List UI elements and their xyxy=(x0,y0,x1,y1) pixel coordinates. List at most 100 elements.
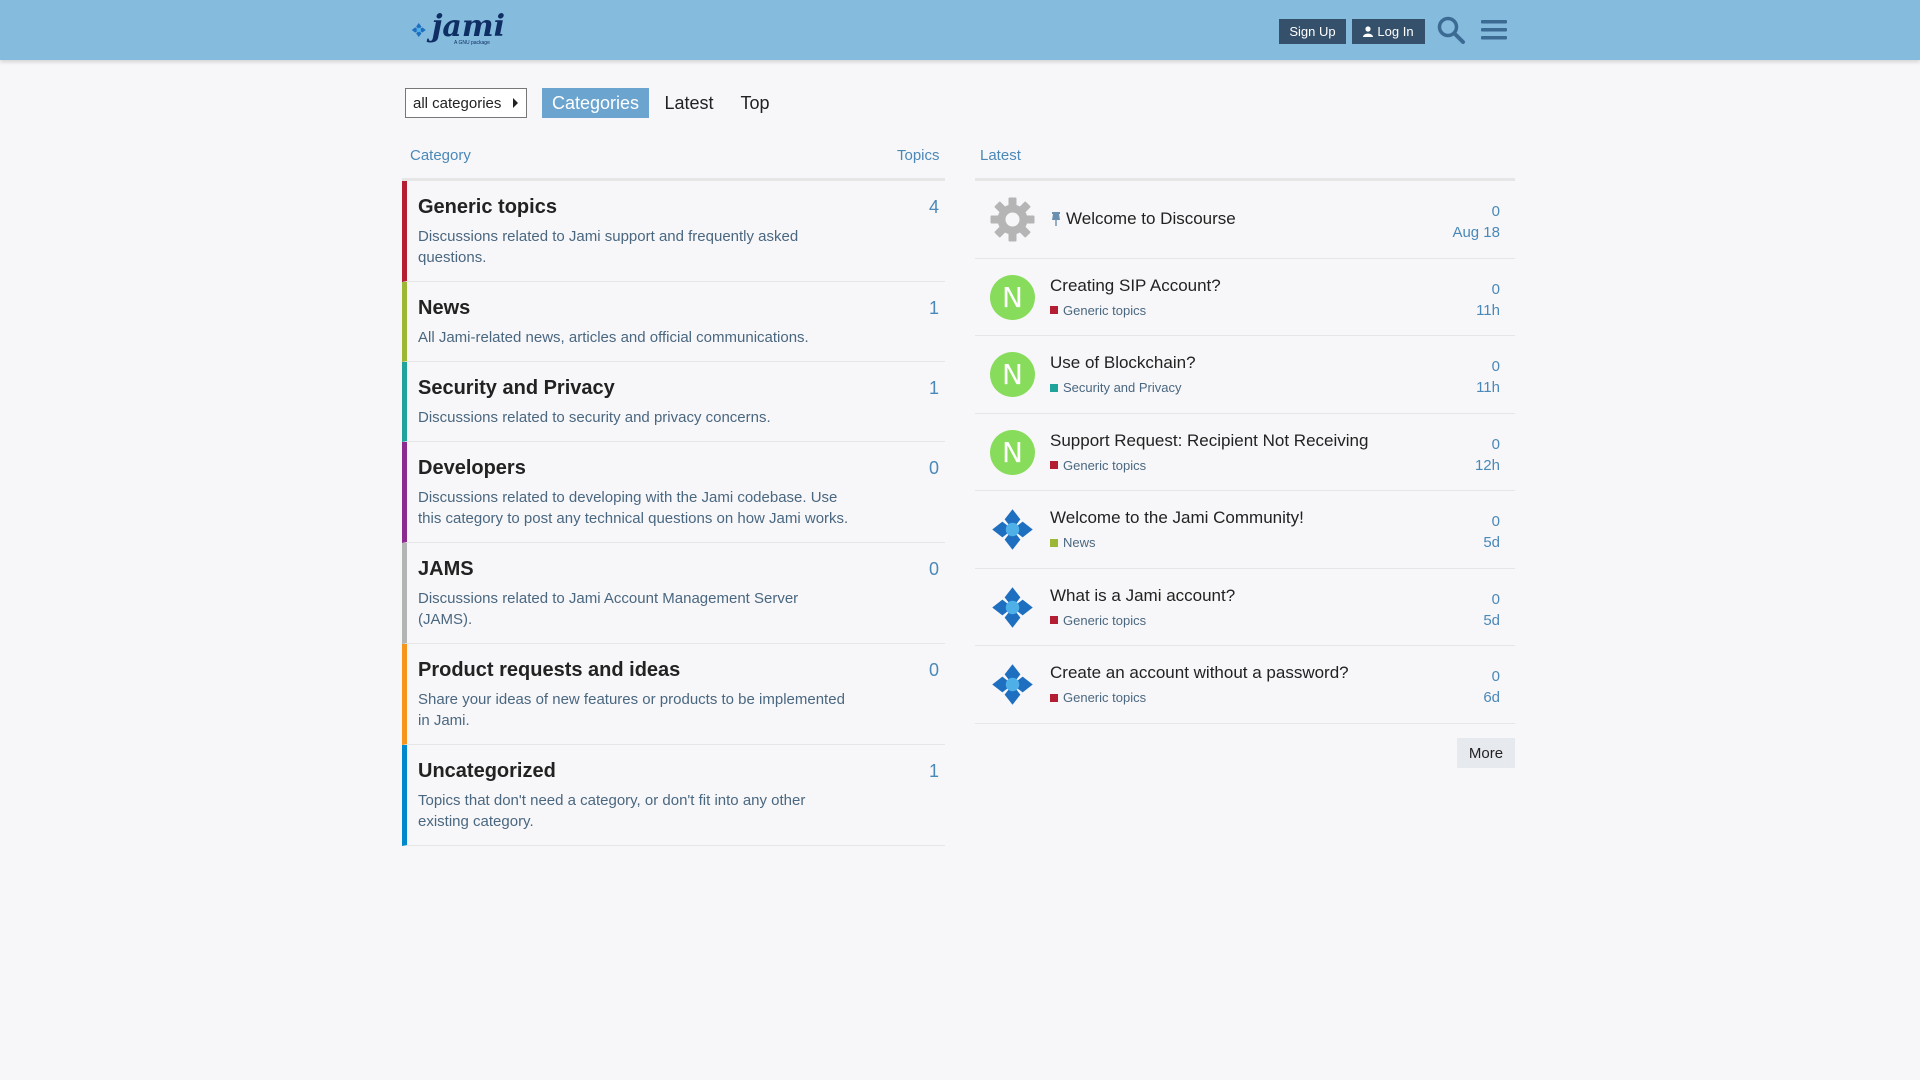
caret-right-icon xyxy=(513,98,519,108)
topic-category-name: Generic topics xyxy=(1063,612,1147,628)
category-name[interactable]: Security and Privacy xyxy=(418,376,849,400)
avatar[interactable]: N xyxy=(990,352,1035,397)
category-color-square xyxy=(1050,383,1058,392)
gear-avatar[interactable] xyxy=(990,197,1035,242)
topic-post-count: 0 xyxy=(1491,280,1500,298)
category-topic-count: 4 xyxy=(928,197,939,217)
topic-title[interactable]: Welcome to Discourse xyxy=(1050,209,1236,229)
topic-category-name: Security and Privacy xyxy=(1063,380,1182,395)
latest-column-header: Latest xyxy=(980,147,1021,164)
category-name[interactable]: Uncategorized xyxy=(418,759,849,783)
category-row[interactable]: Developers Discussions related to develo… xyxy=(402,442,945,543)
topic-row[interactable]: Welcome to the Jami Community! News 0 5d xyxy=(975,491,1515,569)
category-color-square xyxy=(1050,693,1058,702)
jami-avatar[interactable] xyxy=(990,585,1035,630)
gear-icon xyxy=(990,197,1035,242)
topic-title[interactable]: Support Request: Recipient Not Receiving xyxy=(1050,431,1368,451)
category-topic-count: 1 xyxy=(928,761,939,781)
topic-age[interactable]: Aug 18 xyxy=(1452,224,1500,241)
topic-title[interactable]: Creating SIP Account? xyxy=(1050,276,1221,296)
topic-row[interactable]: What is a Jami account? Generic topics 0… xyxy=(975,569,1515,646)
sign-up-button[interactable]: Sign Up xyxy=(1279,19,1346,44)
log-in-button[interactable]: Log In xyxy=(1352,19,1425,44)
topic-title[interactable]: Welcome to the Jami Community! xyxy=(1050,508,1304,528)
search-icon[interactable] xyxy=(1435,14,1467,46)
category-description: Discussions related to Jami Account Mana… xyxy=(418,590,799,628)
topic-age[interactable]: 12h xyxy=(1475,457,1500,474)
topic-category-badge[interactable]: Generic topics xyxy=(1050,458,1146,473)
more-button[interactable]: More xyxy=(1457,738,1515,768)
category-name[interactable]: Generic topics xyxy=(418,195,849,219)
topic-post-count: 0 xyxy=(1491,668,1500,685)
category-row[interactable]: Uncategorized Topics that don't need a c… xyxy=(402,745,945,846)
category-name[interactable]: Developers xyxy=(418,456,849,480)
category-row[interactable]: Product requests and ideas Share your id… xyxy=(402,644,945,745)
category-color-square xyxy=(1050,461,1058,469)
topic-age[interactable]: 5d xyxy=(1483,612,1500,629)
topic-row[interactable]: N Support Request: Recipient Not Receivi… xyxy=(975,414,1515,491)
tab-latest[interactable]: Latest xyxy=(658,88,720,118)
topic-age[interactable]: 6d xyxy=(1483,689,1500,706)
avatar[interactable]: N xyxy=(990,274,1035,320)
topic-category-name: Generic topics xyxy=(1063,690,1147,705)
jami-logo-icon xyxy=(992,664,1033,705)
category-description: Discussions related to security and priv… xyxy=(418,409,771,426)
topic-category-badge[interactable]: Security and Privacy xyxy=(1050,380,1182,395)
topic-category-badge[interactable]: Generic topics xyxy=(1050,303,1146,318)
category-topic-count: 0 xyxy=(928,559,939,579)
latest-topic-list: Welcome to Discourse 0 Aug 18 N Creating… xyxy=(975,178,1515,724)
category-description: All Jami-related news, articles and offi… xyxy=(418,329,809,346)
topic-category-badge[interactable]: Generic topics xyxy=(1050,613,1146,628)
topic-category-badge[interactable]: News xyxy=(1050,535,1096,550)
category-dropdown[interactable]: all categories xyxy=(405,88,527,118)
category-color-square xyxy=(1050,616,1058,624)
topic-age[interactable]: 5d xyxy=(1483,534,1500,551)
category-row[interactable]: Generic topics Discussions related to Ja… xyxy=(402,181,945,282)
category-description: Share your ideas of new features or prod… xyxy=(418,691,845,729)
tab-top[interactable]: Top xyxy=(732,88,778,118)
site-header: jami A GNU package Sign Up Log In xyxy=(0,0,1920,60)
topic-age[interactable]: 11h xyxy=(1476,302,1500,319)
jami-avatar[interactable] xyxy=(990,507,1035,552)
category-name[interactable]: Product requests and ideas xyxy=(418,658,849,682)
topic-category-name: News xyxy=(1063,535,1096,550)
topic-post-count: 0 xyxy=(1491,203,1500,220)
topic-post-count: 0 xyxy=(1491,513,1500,530)
topic-post-count: 0 xyxy=(1491,590,1500,608)
topic-post-count: 0 xyxy=(1491,358,1500,375)
jami-logo[interactable]: jami A GNU package xyxy=(410,8,505,52)
category-topic-count: 1 xyxy=(928,298,939,318)
topic-category-name: Generic topics xyxy=(1063,302,1147,318)
jami-logo-icon xyxy=(411,22,426,38)
tab-categories[interactable]: Categories xyxy=(542,88,649,118)
jami-logo-icon xyxy=(992,509,1033,550)
category-name[interactable]: JAMS xyxy=(418,557,849,581)
topic-title[interactable]: Use of Blockchain? xyxy=(1050,353,1196,373)
topic-category-badge[interactable]: Generic topics xyxy=(1050,690,1146,705)
category-row[interactable]: Security and Privacy Discussions related… xyxy=(402,362,945,442)
topic-age[interactable]: 11h xyxy=(1476,379,1500,396)
pin-icon xyxy=(1052,212,1060,226)
topic-title-text: Welcome to Discourse xyxy=(1066,209,1236,228)
topic-title[interactable]: Create an account without a password? xyxy=(1050,663,1349,683)
category-dropdown-label: all categories xyxy=(413,94,502,112)
category-color-square xyxy=(1050,538,1058,547)
topic-row[interactable]: N Creating SIP Account? Generic topics 0… xyxy=(975,259,1515,336)
category-name[interactable]: News xyxy=(418,296,849,320)
topic-row[interactable]: Welcome to Discourse 0 Aug 18 xyxy=(975,181,1515,259)
topic-row[interactable]: N Use of Blockchain? Security and Privac… xyxy=(975,336,1515,414)
topic-title[interactable]: What is a Jami account? xyxy=(1050,586,1235,606)
topic-category-name: Generic topics xyxy=(1063,457,1147,473)
log-in-label: Log In xyxy=(1377,24,1414,39)
category-row[interactable]: News All Jami-related news, articles and… xyxy=(402,282,945,362)
category-description: Topics that don't need a category, or do… xyxy=(418,792,806,830)
topic-row[interactable]: Create an account without a password? Ge… xyxy=(975,646,1515,724)
category-list: Generic topics Discussions related to Ja… xyxy=(402,178,945,846)
jami-logo-icon xyxy=(992,586,1033,628)
topic-post-count: 0 xyxy=(1491,435,1500,453)
logo-text: jami xyxy=(431,9,505,44)
hamburger-menu-icon[interactable] xyxy=(1478,14,1510,46)
avatar[interactable]: N xyxy=(990,429,1035,475)
jami-avatar[interactable] xyxy=(990,662,1035,707)
category-row[interactable]: JAMS Discussions related to Jami Account… xyxy=(402,543,945,644)
